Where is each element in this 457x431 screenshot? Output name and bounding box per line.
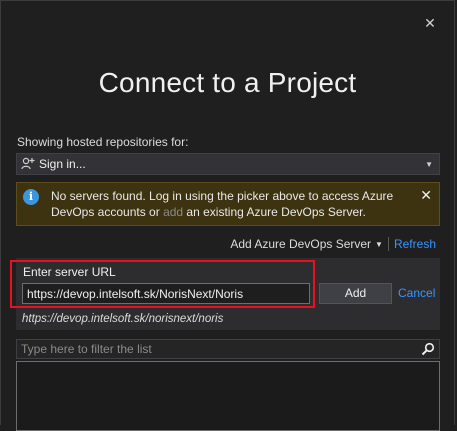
chevron-down-icon: ▼ (425, 159, 433, 169)
refresh-link[interactable]: Refresh (394, 237, 436, 251)
search-icon[interactable] (421, 342, 435, 356)
add-button[interactable]: Add (319, 283, 392, 304)
filter-input[interactable] (17, 340, 420, 358)
url-preview: https://devop.intelsoft.sk/norisnext/nor… (22, 313, 224, 325)
dialog-title: Connect to a Project (98, 67, 357, 98)
cancel-link[interactable]: Cancel (398, 286, 435, 300)
filter-box (16, 339, 440, 359)
connect-dialog: ✕ Connect to a Project Showing hosted re… (0, 0, 455, 431)
info-message: No servers found. Log in using the picke… (51, 188, 411, 220)
server-url-input[interactable] (22, 283, 310, 304)
chevron-down-icon[interactable]: ▼ (375, 240, 383, 249)
add-server-dropdown[interactable]: Add Azure DevOps Server (230, 237, 371, 251)
add-user-icon (17, 157, 39, 171)
server-actions: Add Azure DevOps Server ▼ Refresh (230, 237, 436, 251)
close-icon[interactable]: ✕ (422, 15, 438, 31)
close-icon[interactable]: ✕ (420, 187, 432, 204)
server-url-label: Enter server URL (23, 265, 116, 279)
account-picker-label: Sign in... (39, 157, 86, 171)
divider (387, 237, 389, 251)
add-server-link[interactable]: add (163, 205, 183, 219)
account-picker[interactable]: Sign in... ▼ (16, 153, 440, 175)
info-icon: i (23, 189, 39, 205)
info-bar: i No servers found. Log in using the pic… (16, 182, 440, 226)
hosted-label: Showing hosted repositories for: (17, 135, 189, 149)
info-message-text-end: an existing Azure DevOps Server. (183, 205, 366, 219)
repository-list[interactable] (16, 361, 440, 431)
